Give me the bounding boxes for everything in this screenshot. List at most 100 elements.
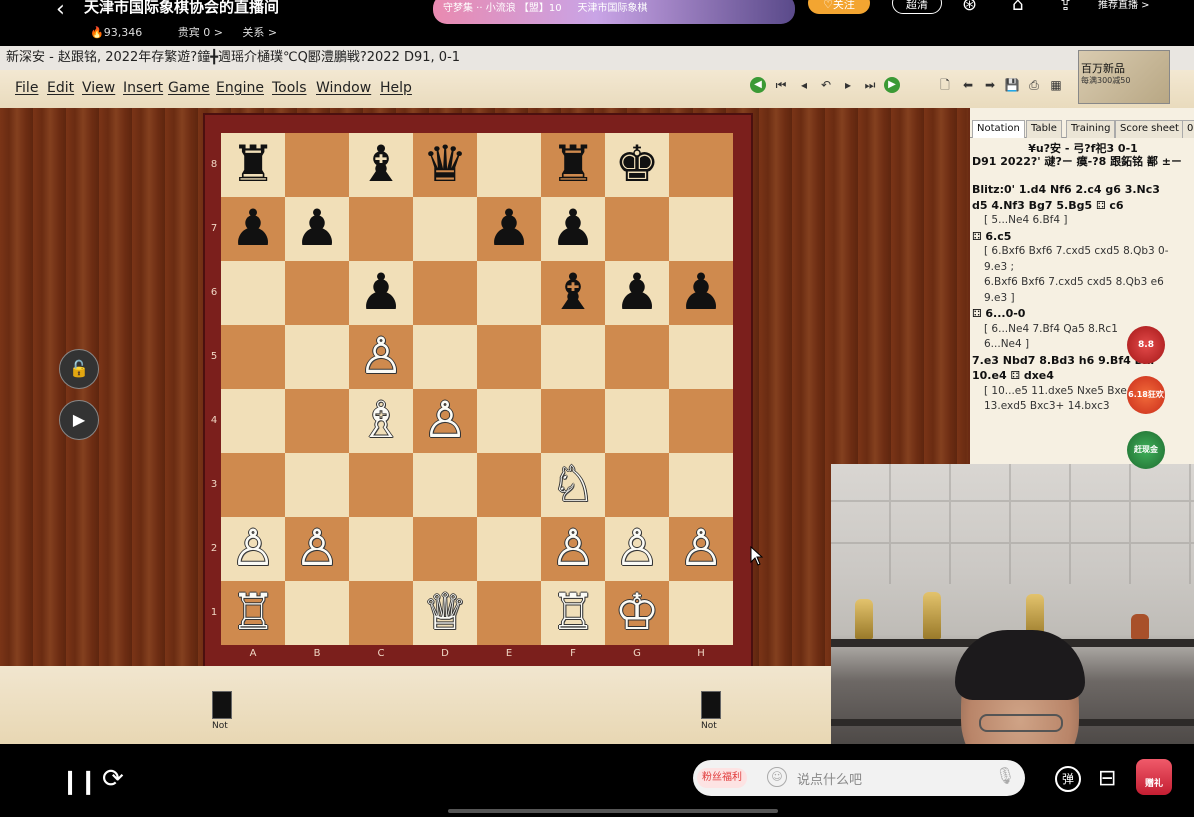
follow-button[interactable]: ♡关注 [808,0,870,14]
menu-edit[interactable]: Edit [47,80,74,96]
variation-moves[interactable]: 9.e3 ; [972,260,1194,276]
variation-moves[interactable]: [ 6.Bxf6 Bxf6 7.cxd5 cxd5 8.Qb3 0- [972,244,1194,260]
square-g5[interactable] [605,325,669,389]
piece-white-f1[interactable]: ♖ [541,581,605,645]
piece-white-a2[interactable]: ♙ [221,517,285,581]
promo-badge[interactable]: 6.18狂欢 [1127,376,1165,414]
square-f4[interactable] [541,389,605,453]
new-doc-icon[interactable]: 🗋 [937,77,953,93]
pause-button[interactable]: ❙❙ [60,767,98,795]
square-e4[interactable] [477,389,541,453]
back-green-icon[interactable]: ◀ [750,77,766,93]
danmaku-settings-icon[interactable]: ⊟ [1098,766,1116,791]
piece-white-d4[interactable]: ♙ [413,389,477,453]
piece-black-a7[interactable]: ♟ [221,197,285,261]
tab-score-sheet[interactable]: Score sheet [1115,120,1184,138]
menu-insert[interactable]: Insert [123,80,163,96]
square-d5[interactable] [413,325,477,389]
rank-link[interactable]: 关系 > [242,26,277,39]
piece-black-g6[interactable]: ♟ [605,261,669,325]
piece-black-e7[interactable]: ♟ [477,197,541,261]
square-e5[interactable] [477,325,541,389]
back-icon[interactable]: ‹ [56,0,65,22]
gift-button[interactable]: 赠礼 [1136,759,1172,795]
square-c3[interactable] [349,453,413,517]
menu-engine[interactable]: Engine [216,80,264,96]
piece-black-c8[interactable]: ♝ [349,133,413,197]
square-h3[interactable] [669,453,733,517]
share-icon[interactable]: ⇪ [1058,0,1073,15]
menu-window[interactable]: Window [316,80,371,96]
piece-black-f7[interactable]: ♟ [541,197,605,261]
fan-welfare-badge[interactable]: 粉丝福利 [697,768,747,788]
promo-badge[interactable]: 8.8 [1127,326,1165,364]
piece-white-b2[interactable]: ♙ [285,517,349,581]
tab-training[interactable]: Training [1066,120,1116,138]
mainline-moves[interactable]: ⚃ 6.c5 [972,229,1194,245]
menu-game[interactable]: Game [168,80,210,96]
square-e8[interactable] [477,133,541,197]
variation-moves[interactable]: 6.Bxf6 Bxf6 7.cxd5 cxd5 8.Qb3 e6 [972,275,1194,291]
piece-black-b7[interactable]: ♟ [285,197,349,261]
danmaku-toggle-icon[interactable]: 弹 [1055,766,1081,792]
square-h1[interactable] [669,581,733,645]
square-e2[interactable] [477,517,541,581]
left-arrow-icon[interactable]: ⬅ [960,77,976,93]
player-avatar-right[interactable] [701,691,721,719]
piece-black-h6[interactable]: ♟ [669,261,733,325]
square-d3[interactable] [413,453,477,517]
print-icon[interactable]: ⎙ [1026,77,1042,93]
square-c1[interactable] [349,581,413,645]
piece-black-a8[interactable]: ♜ [221,133,285,197]
piece-black-g8[interactable]: ♚ [605,133,669,197]
piece-white-a1[interactable]: ♖ [221,581,285,645]
variation-moves[interactable]: 9.e3 ] [972,291,1194,307]
chat-placeholder[interactable]: 说点什么吧 [797,769,862,788]
square-g3[interactable] [605,453,669,517]
lock-rotation-icon[interactable]: 🔓 [59,349,99,389]
square-h4[interactable] [669,389,733,453]
player-avatar-left[interactable] [212,691,232,719]
quality-button[interactable]: 超清 [892,0,942,14]
square-h5[interactable] [669,325,733,389]
next-move-icon[interactable]: ▸ [840,77,856,93]
mainline-moves[interactable]: Blitz:0' 1.d4 Nf6 2.c4 g6 3.Nc3 [972,182,1194,198]
tab-table[interactable]: Table [1026,120,1062,138]
mainline-moves[interactable]: d5 4.Nf3 Bg7 5.Bg5 ⚃ c6 [972,198,1194,214]
broadcast-icon[interactable]: ⊛ [962,0,977,15]
square-a4[interactable] [221,389,285,453]
shop-icon[interactable]: ⌂ [1012,0,1023,15]
piece-white-c4[interactable]: ♗ [349,389,413,453]
square-d7[interactable] [413,197,477,261]
variation-moves[interactable]: [ 5...Ne4 6.Bf4 ] [972,213,1194,229]
piece-white-f2[interactable]: ♙ [541,517,605,581]
square-b8[interactable] [285,133,349,197]
gift-banner[interactable]: 守梦集 ·· 小流浪 【盟】10 天津市国际象棋 [433,0,795,24]
square-g4[interactable] [605,389,669,453]
square-b1[interactable] [285,581,349,645]
square-a6[interactable] [221,261,285,325]
menu-help[interactable]: Help [380,80,412,96]
piece-black-c6[interactable]: ♟ [349,261,413,325]
square-a5[interactable] [221,325,285,389]
right-arrow-icon[interactable]: ➡ [982,77,998,93]
first-move-icon[interactable]: ⏮ [773,77,789,93]
square-c2[interactable] [349,517,413,581]
piece-white-c5[interactable]: ♙ [349,325,413,389]
mainline-moves[interactable]: 10.e4 ⚃ dxe4 [972,368,1194,384]
square-f5[interactable] [541,325,605,389]
chat-input-box[interactable]: 粉丝福利 ☺ 说点什么吧 🎙 [693,760,1025,796]
mic-icon[interactable]: 🎙 [995,766,1015,785]
record-icon[interactable]: ▶ [59,400,99,440]
board-icon[interactable]: ▦ [1048,77,1064,93]
menu-tools[interactable]: Tools [272,80,307,96]
square-b6[interactable] [285,261,349,325]
piece-white-f3[interactable]: ♘ [541,453,605,517]
square-e6[interactable] [477,261,541,325]
piece-white-g1[interactable]: ♔ [605,581,669,645]
refresh-button[interactable]: ⟳ [102,764,124,794]
menu-view[interactable]: View [82,80,115,96]
undo-icon[interactable]: ↶ [818,77,834,93]
square-e3[interactable] [477,453,541,517]
cash-badge[interactable]: 赶现金 [1127,431,1165,469]
